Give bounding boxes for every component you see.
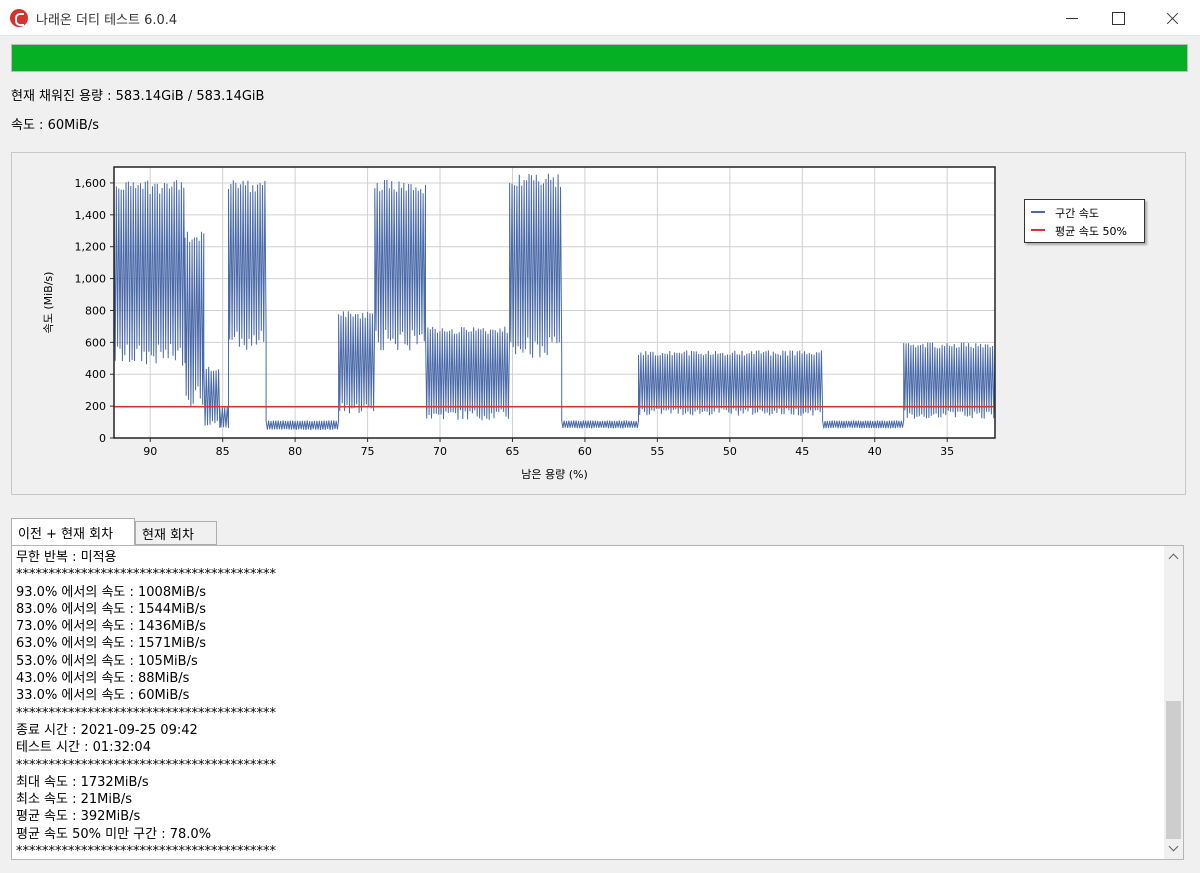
chart-legend: 구간 속도 평균 속도 50% — [1024, 199, 1145, 243]
legend-swatch — [1031, 211, 1045, 213]
x-tick-label: 70 — [433, 445, 447, 458]
x-tick-label: 45 — [795, 445, 809, 458]
y-tick-label: 1,600 — [75, 177, 107, 190]
x-tick-label: 90 — [143, 445, 157, 458]
log-line: 종료 시간 : 2021-09-25 09:42 — [16, 722, 198, 738]
legend-swatch — [1031, 229, 1045, 231]
log-line: 무한 반복 : 미적용 — [16, 550, 117, 565]
x-tick-label: 35 — [940, 445, 954, 458]
speed-chart-panel: 90 85 80 75 70 65 60 55 50 45 40 35 0 200 400 600 800 1,0… — [11, 152, 1186, 495]
current-speed-label: 속도 : 60MiB/s — [11, 118, 100, 133]
x-tick-label: 50 — [723, 445, 737, 458]
legend-label: 구간 속도 — [1055, 207, 1099, 220]
log-line: 최소 속도 : 21MiB/s — [16, 792, 133, 808]
x-tick-label: 80 — [288, 445, 302, 458]
y-tick-label: 200 — [85, 400, 106, 413]
log-line: 53.0% 에서의 속도 : 105MiB/s — [16, 653, 198, 669]
used-capacity-label: 현재 채워진 용량 : 583.14GiB / 583.14GiB — [11, 89, 265, 104]
log-line: **************************************** — [16, 705, 276, 721]
y-axis-label: 속도 (MiB/s) — [42, 272, 55, 334]
log-line: 평균 속도 : 392MiB/s — [16, 809, 141, 825]
x-tick-label: 40 — [868, 445, 882, 458]
log-scrollbar[interactable] — [1164, 546, 1183, 859]
y-tick-label: 1,200 — [75, 241, 107, 254]
maximize-icon[interactable] — [1094, 0, 1142, 36]
close-icon[interactable] — [1146, 0, 1194, 36]
x-axis-label: 남은 용량 (%) — [521, 468, 588, 481]
minimize-icon[interactable] — [1048, 0, 1096, 36]
x-tick-label: 75 — [361, 445, 375, 458]
log-line: 83.0% 에서의 속도 : 1544MiB/s — [16, 601, 206, 617]
log-line: 73.0% 에서의 속도 : 1436MiB/s — [16, 619, 206, 635]
tab-all-rounds[interactable]: 이전 + 현재 회차 — [11, 518, 135, 547]
speed-chart: 90 85 80 75 70 65 60 55 50 45 40 35 0 200 400 600 800 1,0… — [42, 166, 996, 481]
y-tick-label: 800 — [85, 304, 106, 317]
chevron-up-icon[interactable] — [1164, 548, 1183, 565]
progress-bar — [11, 44, 1188, 72]
title-bar: 나래온 더티 테스트 6.0.4 — [0, 0, 1200, 36]
y-tick-label: 600 — [85, 336, 106, 349]
log-line: **************************************** — [16, 757, 276, 773]
log-line: 평균 속도 50% 미만 구간 : 78.0% — [16, 826, 212, 842]
y-tick-label: 0 — [99, 432, 106, 445]
log-line: 테스트 시간 : 01:32:04 — [16, 740, 151, 756]
x-tick-label: 85 — [216, 445, 230, 458]
y-tick-label: 1,400 — [75, 209, 107, 222]
x-tick-label: 55 — [650, 445, 664, 458]
log-line: 43.0% 에서의 속도 : 88MiB/s — [16, 671, 190, 687]
log-line: 93.0% 에서의 속도 : 1008MiB/s — [16, 584, 206, 600]
window-title: 나래온 더티 테스트 6.0.4 — [36, 13, 178, 28]
app-logo-icon — [10, 9, 28, 27]
scrollbar-thumb[interactable] — [1166, 701, 1181, 839]
y-tick-label: 1,000 — [75, 273, 107, 286]
log-line: **************************************** — [16, 567, 276, 583]
tab-current-round[interactable]: 현재 회차 — [135, 521, 217, 545]
y-tick-label: 400 — [85, 368, 106, 381]
x-tick-label: 65 — [505, 445, 519, 458]
log-line: 63.0% 에서의 속도 : 1571MiB/s — [16, 636, 206, 652]
log-content: 무한 반복 : 미적용 *****************************… — [16, 549, 1156, 860]
log-line: **************************************** — [16, 844, 276, 860]
legend-label: 평균 속도 50% — [1055, 225, 1127, 238]
log-line: 최대 속도 : 1732MiB/s — [16, 774, 149, 790]
log-line: 33.0% 에서의 속도 : 60MiB/s — [16, 688, 190, 704]
progress-fill — [12, 45, 1187, 71]
log-textbox[interactable]: 무한 반복 : 미적용 *****************************… — [11, 545, 1184, 860]
x-tick-label: 60 — [578, 445, 592, 458]
chevron-down-icon[interactable] — [1164, 840, 1183, 857]
